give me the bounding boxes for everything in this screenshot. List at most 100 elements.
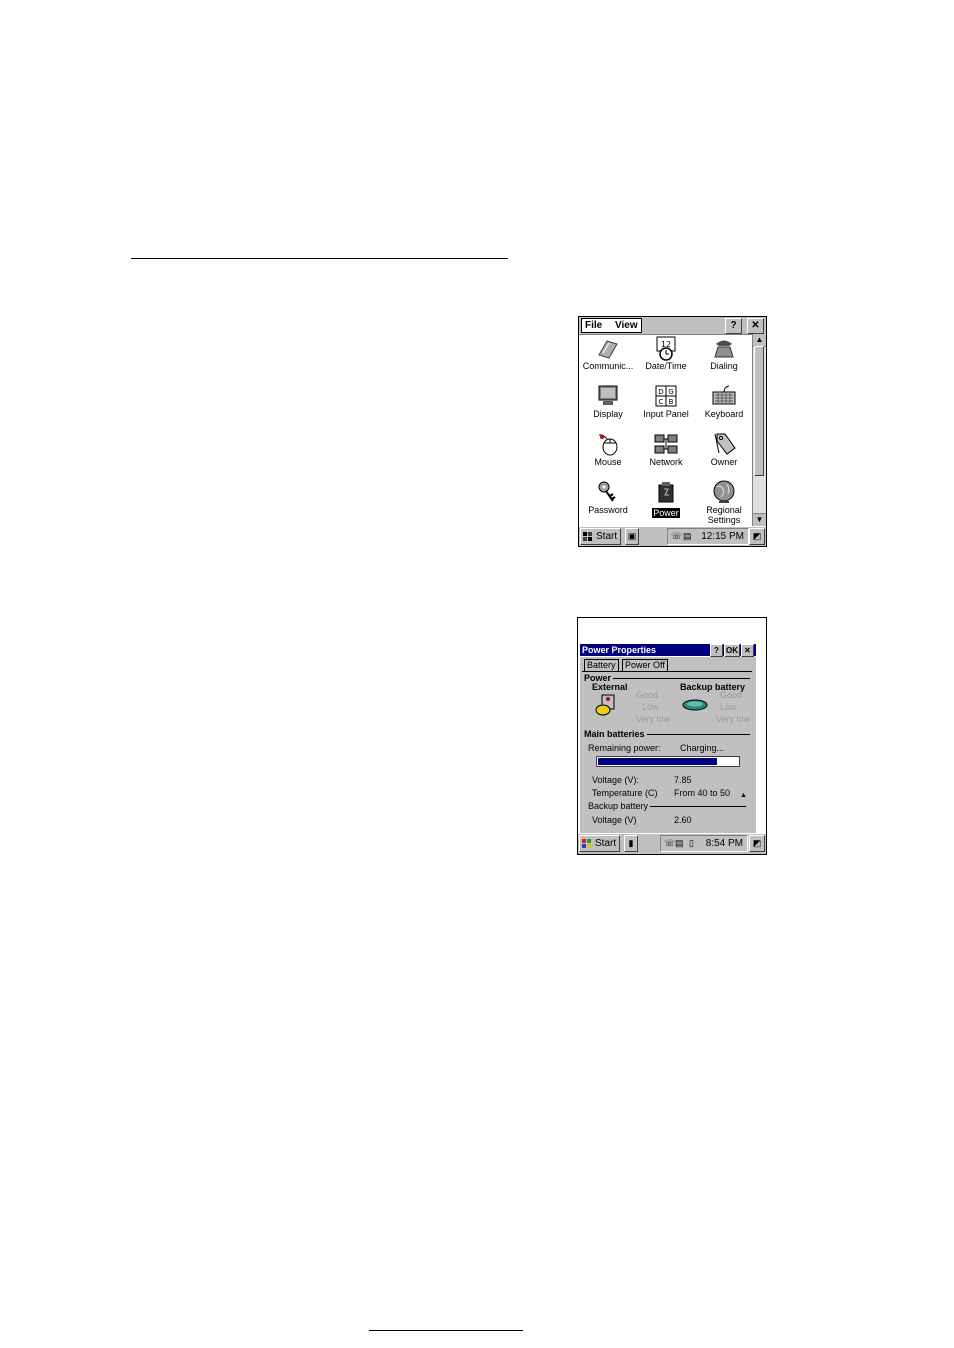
battery-tray-icon[interactable]: ▯ (689, 836, 694, 851)
keyboard-tray-icon[interactable]: ▤ (675, 836, 684, 851)
icon-label: Communic... (582, 361, 634, 371)
start-button[interactable]: Start (580, 528, 622, 545)
start-button[interactable]: Start (579, 835, 621, 852)
backup-level-low: Low (720, 702, 737, 712)
network-icon (654, 434, 678, 454)
remaining-power-label: Remaining power: (588, 743, 661, 753)
keyboard-icon (712, 385, 736, 405)
icon-keyboard[interactable]: Keyboard (695, 382, 753, 430)
icon-label: Display (593, 409, 623, 419)
svg-text:B: B (669, 398, 674, 406)
icon-network[interactable]: Network (637, 430, 695, 478)
ac-adapter-icon (595, 694, 615, 716)
footer-link-rule (369, 1330, 523, 1331)
icon-owner[interactable]: Owner (695, 430, 753, 478)
main-batteries-group-label: Main batteries (584, 729, 647, 739)
icon-input-panel[interactable]: D G C B Input Panel (637, 382, 695, 430)
icon-password[interactable]: Password (579, 478, 637, 526)
tab-divider (582, 671, 752, 672)
icon-label: Keyboard (704, 409, 744, 419)
scroll-down-icon[interactable]: ▼ (753, 513, 766, 526)
tab-power-off[interactable]: Power Off (622, 659, 668, 671)
control-panel-screenshot: File View ? ✕ Communic... 12 Date/Time D… (578, 316, 767, 547)
progress-fill (598, 758, 717, 765)
icon-display[interactable]: Display (579, 382, 637, 430)
temperature-label: Temperature (C) (592, 788, 658, 798)
backup-voltage-label: Voltage (V) (592, 815, 637, 825)
external-level-very-low: Very low (636, 714, 671, 724)
remaining-power-progress (596, 756, 740, 767)
svg-text:D: D (658, 388, 663, 396)
temperature-value: From 40 to 50 (674, 788, 731, 798)
menu-file[interactable]: File (585, 320, 602, 331)
start-label: Start (595, 838, 617, 849)
clock[interactable]: 12:15 PM (701, 529, 744, 544)
communication-icon (598, 340, 618, 359)
scroll-thumb[interactable] (754, 346, 764, 476)
icon-label: Mouse (594, 457, 622, 467)
ok-button[interactable]: OK (724, 644, 740, 657)
vertical-scrollbar[interactable]: ▲ ▼ (752, 334, 766, 526)
taskbar-app-button[interactable]: ▮ (624, 835, 638, 852)
desktop-button[interactable]: ◩ (749, 528, 765, 545)
close-button[interactable]: ✕ (741, 644, 754, 657)
command-bar: File View ? ✕ (579, 317, 766, 335)
system-tray: ☏ ▤ ▯ 8:54 PM (660, 835, 748, 852)
icon-power[interactable]: Power (637, 478, 695, 526)
desktop-button[interactable]: ◩ (749, 835, 765, 852)
power-task-icon: ▮ (628, 838, 634, 848)
connection-tray-icon[interactable]: ☏ (664, 836, 675, 851)
mouse-icon (598, 434, 618, 456)
external-level-good: Good (636, 690, 659, 700)
help-button[interactable]: ? (725, 318, 742, 334)
icon-label-selected: Power (652, 508, 680, 518)
icon-date-time[interactable]: 12 Date/Time (637, 334, 695, 382)
backup-battery-icon (682, 699, 708, 711)
svg-text:C: C (659, 398, 664, 406)
icon-dialing[interactable]: Dialing (695, 334, 753, 382)
start-label: Start (596, 531, 618, 542)
power-properties-screenshot: Power Properties ? OK ✕ Battery Power Of… (577, 617, 767, 855)
dialog-title: Power Properties (582, 645, 657, 655)
icon-label: Regional Settings (706, 505, 742, 525)
owner-tag-icon (714, 433, 736, 455)
keyboard-tray-icon[interactable]: ▤ (683, 529, 692, 544)
control-panel-task-icon: ▣ (627, 531, 637, 541)
icon-label: Password (588, 505, 628, 515)
external-label: External (592, 682, 628, 692)
icon-communication[interactable]: Communic... (579, 334, 637, 382)
icon-label: Dialing (710, 361, 738, 371)
help-button[interactable]: ? (710, 644, 723, 657)
power-icon (658, 482, 674, 503)
taskbar-app-button[interactable]: ▣ (625, 528, 639, 545)
windows-flag-icon (582, 839, 591, 848)
desktop-icon: ◩ (752, 838, 762, 848)
remaining-power-value: Charging... (680, 743, 725, 753)
icon-regional-settings[interactable]: Regional Settings (695, 478, 753, 526)
dialog-body: Battery Power Off Power External Backup … (580, 657, 756, 833)
monitor-icon (598, 385, 618, 405)
backup-voltage-value: 2.60 (674, 815, 692, 825)
scroll-indicator-icon[interactable]: ▲ (740, 791, 747, 801)
voltage-value: 7.85 (674, 775, 692, 785)
svg-text:G: G (668, 388, 673, 396)
icon-label: Date/Time (645, 361, 687, 371)
backup-level-very-low: Very low (716, 714, 751, 724)
icon-label: Network (649, 457, 683, 467)
taskbar: Start ▣ ☏ ▤ 12:15 PM ◩ (579, 526, 766, 546)
windows-flag-icon (583, 532, 592, 541)
heading-rule (131, 258, 508, 259)
connection-tray-icon[interactable]: ☏ (671, 529, 682, 544)
menu-view[interactable]: View (615, 320, 638, 331)
tab-battery[interactable]: Battery (584, 659, 619, 671)
close-button[interactable]: ✕ (747, 318, 764, 334)
taskbar: Start ▮ ☏ ▤ ▯ 8:54 PM ◩ (578, 833, 766, 854)
keys-icon (598, 481, 616, 502)
voltage-label: Voltage (V): (592, 775, 640, 785)
icon-mouse[interactable]: Mouse (579, 430, 637, 478)
clock[interactable]: 8:54 PM (706, 836, 743, 851)
system-tray: ☏ ▤ 12:15 PM (667, 528, 749, 545)
calendar-clock-icon: 12 (656, 336, 676, 361)
menu-bar: File View (581, 318, 642, 333)
desktop-icon: ◩ (752, 531, 762, 541)
